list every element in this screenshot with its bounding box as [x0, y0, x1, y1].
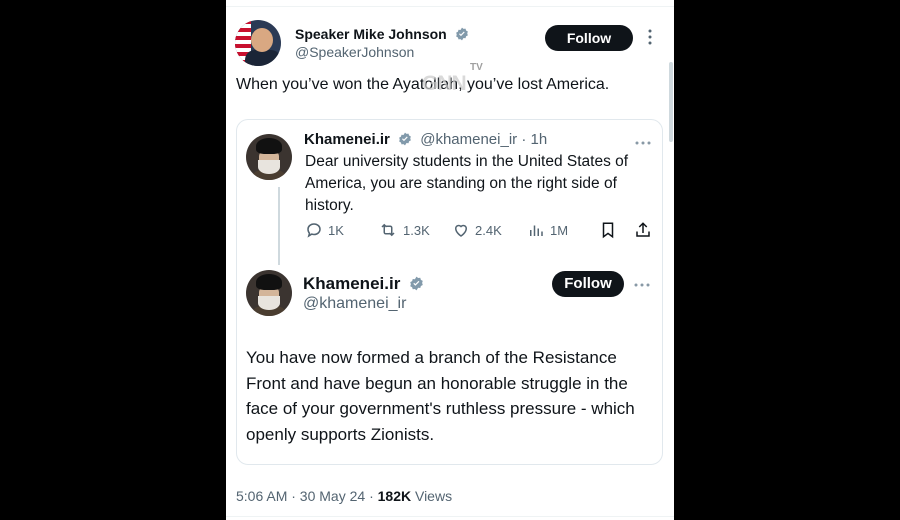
quoted-author-handle[interactable]: @khamenei_ir [420, 131, 517, 148]
face-graphic [251, 28, 273, 52]
share-icon [636, 222, 650, 237]
reply-icon [307, 223, 321, 238]
views-count: 1M [550, 222, 569, 238]
second-post-text: You have now formed a branch of the Resi… [246, 348, 635, 444]
repost-button[interactable]: 1.3K [378, 221, 430, 239]
like-button[interactable]: 2.4K [452, 221, 502, 239]
watermark-logo: GNN TV [422, 62, 483, 96]
avatar[interactable] [235, 20, 281, 66]
watermark-sub: TV [470, 62, 483, 73]
divider [226, 516, 674, 517]
more-options-icon[interactable] [635, 133, 651, 149]
views-icon [530, 225, 543, 236]
quoted-tweet-text: Dear university students in the United S… [305, 153, 629, 214]
turban-graphic [256, 274, 282, 290]
suit-graphic [245, 50, 281, 66]
beard-graphic [258, 160, 280, 174]
tweet-panel: Speaker Mike Johnson @SpeakerJohnson Fol… [226, 0, 674, 520]
verified-badge-icon [399, 132, 411, 146]
turban-graphic [256, 138, 282, 154]
author-name-text[interactable]: Speaker Mike Johnson [295, 26, 447, 42]
quoted-header: Khamenei.ir @khamenei_ir · 1h [304, 131, 547, 148]
quoted-age[interactable]: · 1h [521, 131, 547, 148]
share-button[interactable] [634, 221, 652, 239]
action-bar: 1K 1.3K 2.4K 1M [305, 221, 655, 243]
bookmark-button[interactable] [599, 221, 617, 239]
second-author-name-text[interactable]: Khamenei.ir [303, 274, 400, 293]
scrollbar[interactable] [669, 62, 673, 142]
quoted-author-name[interactable]: Khamenei.ir [304, 131, 390, 148]
views-count: 182K [377, 488, 412, 504]
quoted-tweet-card[interactable]: Khamenei.ir @khamenei_ir · 1h Dear unive… [236, 119, 663, 465]
avatar[interactable] [246, 134, 292, 180]
divider [226, 6, 674, 7]
bookmark-icon [602, 222, 614, 239]
follow-button[interactable]: Follow [545, 25, 633, 51]
repost-count: 1.3K [403, 222, 430, 238]
follow-button[interactable]: Follow [552, 271, 624, 297]
tweet-meta: 5:06 AM · 30 May 24 · 182K Views [236, 488, 452, 504]
views-label: Views [411, 488, 453, 504]
verified-badge-icon [455, 27, 468, 41]
more-options-icon[interactable] [634, 275, 650, 291]
avatar[interactable] [246, 270, 292, 316]
like-icon [454, 224, 468, 237]
second-author-handle[interactable]: @khamenei_ir [303, 295, 406, 313]
beard-graphic [258, 296, 280, 310]
second-author-name[interactable]: Khamenei.ir [303, 274, 424, 294]
more-options-icon[interactable] [647, 29, 653, 48]
watermark-text: GNN [422, 72, 467, 95]
views-button[interactable]: 1M [527, 221, 568, 239]
author-handle[interactable]: @SpeakerJohnson [295, 44, 414, 60]
author-name[interactable]: Speaker Mike Johnson [295, 26, 469, 42]
reply-count: 1K [328, 222, 344, 238]
thread-line [278, 187, 280, 265]
like-count: 2.4K [475, 222, 502, 238]
repost-icon [381, 223, 395, 237]
reply-button[interactable]: 1K [305, 221, 344, 239]
tweet-timestamp[interactable]: 5:06 AM · 30 May 24 · [236, 488, 378, 504]
verified-badge-icon [410, 276, 423, 291]
